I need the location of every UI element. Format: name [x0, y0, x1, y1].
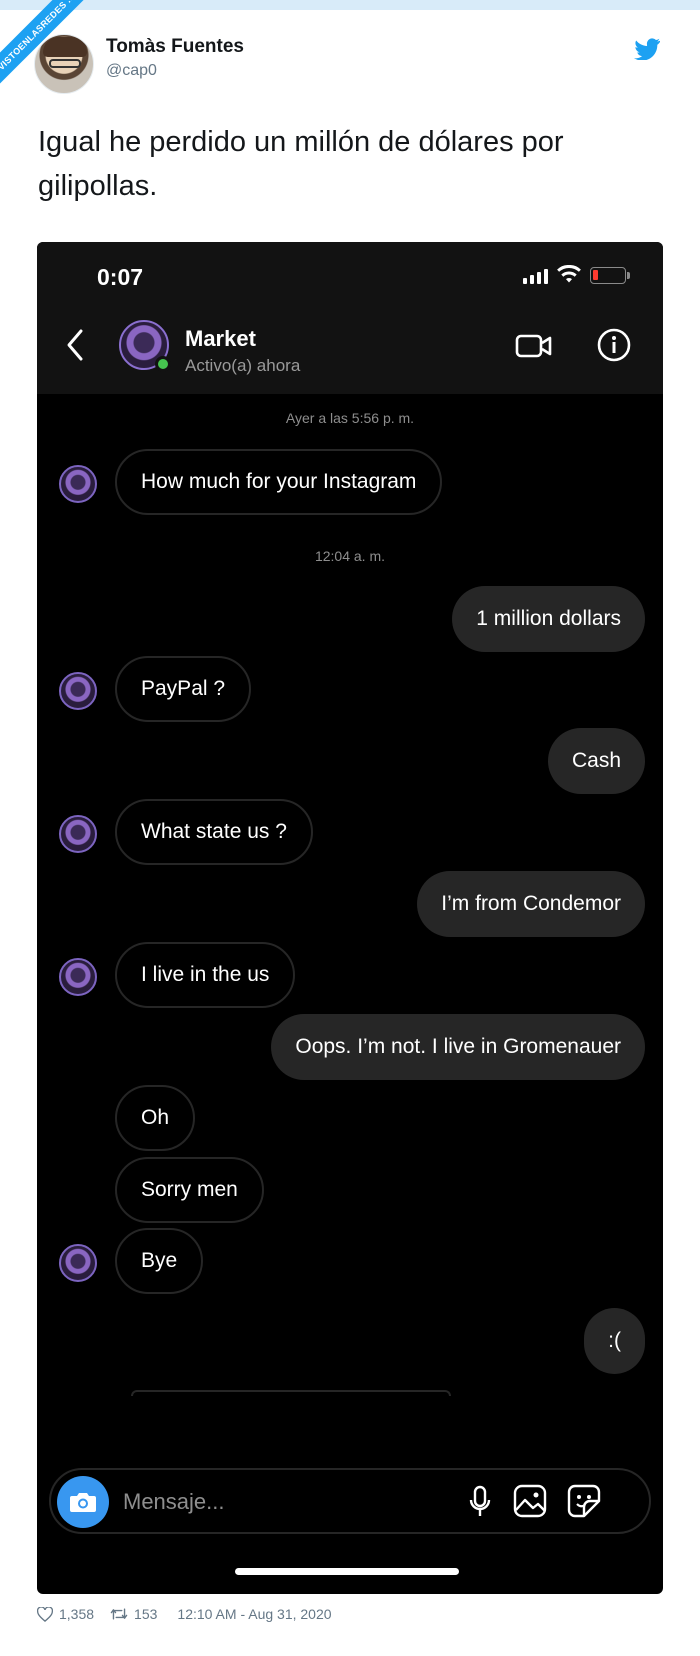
message-thread[interactable]: Ayer a las 5:56 p. m. How much for your … [37, 394, 663, 1474]
sender-avatar [59, 958, 97, 996]
partial-message-bubble [131, 1390, 451, 1396]
contact-status: Activo(a) ahora [185, 356, 301, 375]
avatar-hair [43, 37, 87, 57]
battery-icon [590, 267, 630, 284]
message-row: I’m from Condemor [37, 871, 663, 937]
user-name[interactable]: Tomàs Fuentes [106, 36, 244, 58]
retweet-count[interactable]: 153 [134, 1606, 157, 1622]
message-row: Sorry men [37, 1157, 663, 1223]
retweet-icon[interactable] [110, 1607, 128, 1621]
outgoing-message[interactable]: I’m from Condemor [417, 871, 645, 937]
thread-timestamp: Ayer a las 5:56 p. m. [285, 410, 415, 426]
message-row: PayPal ? [37, 656, 663, 722]
incoming-message[interactable]: What state us ? [115, 799, 313, 865]
tweet-text: Igual he perdido un millón de dólares po… [38, 126, 564, 202]
message-row: What state us ? [37, 799, 663, 865]
message-row: :( [37, 1308, 663, 1374]
incoming-message[interactable]: Sorry men [115, 1157, 264, 1223]
camera-icon [70, 1493, 96, 1512]
sticker-icon[interactable] [567, 1484, 601, 1518]
online-status-dot [155, 356, 171, 372]
heart-icon[interactable] [37, 1606, 53, 1622]
user-handle[interactable]: @cap0 [106, 62, 157, 80]
camera-button[interactable] [57, 1476, 109, 1528]
wifi-icon [557, 265, 581, 283]
outgoing-message[interactable]: 1 million dollars [452, 586, 645, 652]
outgoing-message[interactable]: Oops. I’m not. I live in Gromenauer [271, 1014, 645, 1080]
incoming-message[interactable]: PayPal ? [115, 656, 252, 722]
contact-name[interactable]: Market [185, 326, 256, 352]
sender-avatar [59, 672, 97, 710]
like-count[interactable]: 1,358 [59, 1606, 94, 1622]
message-composer[interactable]: Mensaje... [49, 1468, 651, 1534]
thread-timestamp: 12:04 a. m. [314, 548, 386, 564]
screenshot-phone: 0:07 Market Activo(a) ahora Ayer a las 5… [37, 242, 663, 1594]
signal-icon [523, 268, 548, 284]
message-row: Oh [37, 1085, 663, 1151]
incoming-message[interactable]: How much for your Instagram [115, 449, 443, 515]
outgoing-message[interactable]: :( [584, 1308, 645, 1374]
top-strip [0, 0, 700, 10]
incoming-message[interactable]: I live in the us [115, 942, 296, 1008]
gallery-icon[interactable] [513, 1484, 547, 1518]
tweet-card: VISTOENLASREDES .com Tomàs Fuentes @cap0… [0, 0, 700, 1656]
back-chevron-icon[interactable] [65, 328, 85, 362]
message-row: Bye [37, 1228, 663, 1294]
message-row: 1 million dollars [37, 586, 663, 652]
message-row: Cash [37, 728, 663, 794]
status-time: 0:07 [97, 264, 144, 290]
video-call-icon[interactable] [515, 332, 553, 360]
twitter-bird-icon[interactable] [634, 38, 660, 60]
chat-header: Market Activo(a) ahora [37, 298, 663, 394]
message-row: Oops. I’m not. I live in Gromenauer [37, 1014, 663, 1080]
incoming-message[interactable]: Bye [115, 1228, 204, 1294]
tweet-timestamp[interactable]: 12:10 AM - Aug 31, 2020 [177, 1606, 331, 1622]
battery-level [593, 270, 598, 280]
incoming-message[interactable]: Oh [115, 1085, 196, 1151]
sender-avatar [59, 1244, 97, 1282]
sender-avatar [59, 815, 97, 853]
avatar-glasses [49, 59, 81, 68]
avatar[interactable] [34, 34, 94, 94]
message-input[interactable]: Mensaje... [123, 1489, 225, 1515]
message-row: I live in the us [37, 942, 663, 1008]
status-bar: 0:07 [37, 242, 663, 298]
message-row: How much for your Instagram [37, 449, 663, 515]
microphone-icon[interactable] [469, 1485, 491, 1519]
home-indicator [235, 1568, 459, 1575]
sender-avatar [59, 465, 97, 503]
outgoing-message[interactable]: Cash [547, 728, 645, 794]
info-icon[interactable] [597, 328, 631, 362]
tweet-meta: 1,358 153 12:10 AM - Aug 31, 2020 [37, 1606, 332, 1622]
